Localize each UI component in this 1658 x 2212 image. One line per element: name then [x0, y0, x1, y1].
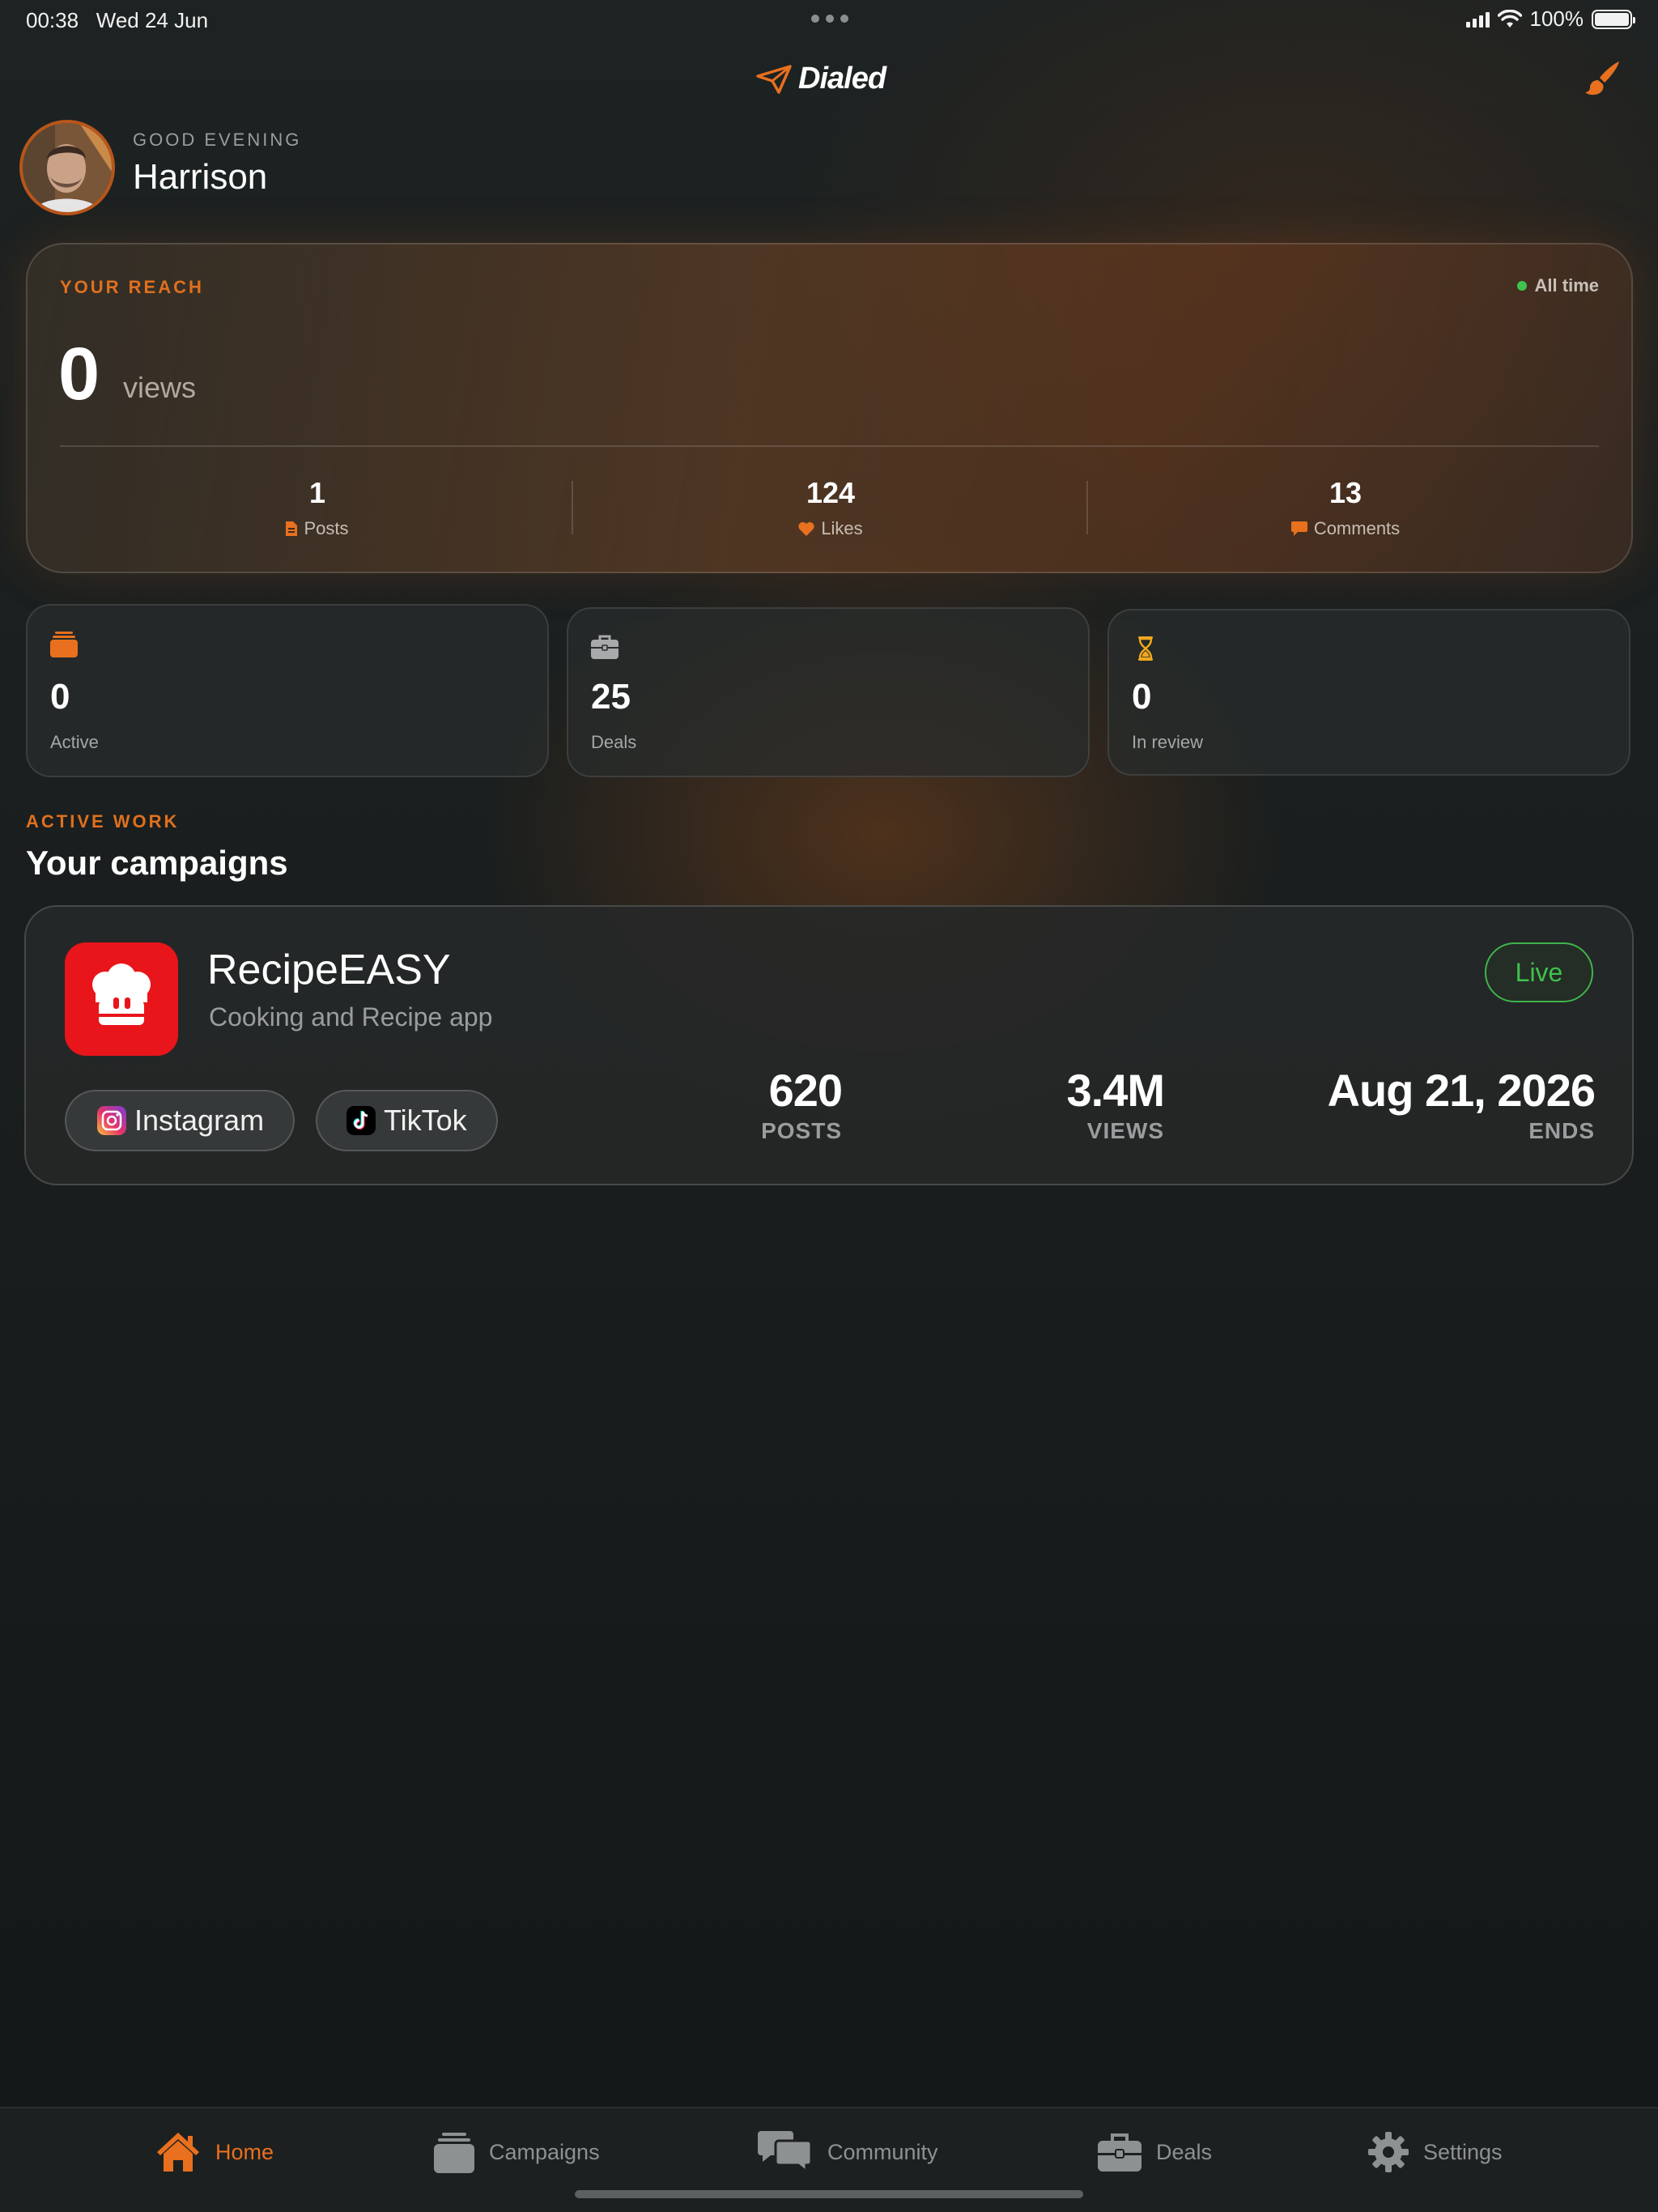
reach-card[interactable]: YOUR REACH All time 0 views 1 Posts 124 … — [26, 243, 1633, 573]
stat-value: 0 — [50, 677, 70, 717]
platform-chip-instagram[interactable]: Instagram — [65, 1090, 295, 1151]
stat-card-in-review[interactable]: 0 In review — [1107, 609, 1630, 776]
stat-label: Active — [50, 732, 99, 752]
battery-percent: 100% — [1529, 6, 1584, 31]
reach-stat-value: 1 — [308, 476, 326, 509]
tab-label: Home — [215, 2139, 274, 2164]
campaign-stat-value: 3.4M — [1066, 1065, 1165, 1116]
house-icon — [157, 2133, 199, 2172]
tab-community[interactable]: Community — [758, 2129, 938, 2175]
period-filter[interactable]: All time — [1516, 275, 1599, 296]
heart-icon — [798, 521, 814, 536]
campaign-stat-label: VIEWS — [1086, 1118, 1164, 1143]
campaign-stat-label: ENDS — [1528, 1118, 1595, 1143]
chat-bubbles-icon — [758, 2131, 813, 2173]
tab-campaigns[interactable]: Campaigns — [434, 2129, 600, 2175]
document-icon — [286, 521, 298, 536]
stat-value: 0 — [1132, 677, 1152, 717]
stat-label: Deals — [591, 732, 637, 752]
section-title: Your campaigns — [26, 844, 288, 882]
user-name: Harrison — [133, 157, 268, 197]
tab-deals[interactable]: Deals — [1098, 2129, 1212, 2175]
stat-card-deals[interactable]: 25 Deals — [567, 607, 1090, 777]
period-label: All time — [1534, 275, 1599, 296]
cellular-signal-icon — [1465, 11, 1490, 28]
tab-settings[interactable]: Settings — [1368, 2129, 1503, 2175]
home-indicator[interactable] — [575, 2190, 1083, 2198]
hourglass-icon — [1138, 636, 1153, 661]
campaign-stat-views: 3.4M VIEWS — [1067, 1064, 1165, 1144]
campaign-stat-label: POSTS — [761, 1118, 842, 1143]
campaign-name: RecipeEASY — [207, 946, 451, 993]
tab-label: Settings — [1423, 2139, 1503, 2164]
campaign-stat-posts: 620 POSTS — [761, 1064, 843, 1144]
platform-label: TikTok — [384, 1104, 467, 1137]
campaign-card[interactable]: RecipeEASY Cooking and Recipe app Live I… — [24, 905, 1634, 1185]
stack-icon — [50, 632, 78, 657]
tab-label: Campaigns — [489, 2139, 600, 2164]
status-indicators: 100% — [1465, 6, 1635, 32]
stat-card-active[interactable]: 0 Active — [26, 604, 549, 777]
platform-chip-tiktok[interactable]: TikTok — [316, 1090, 498, 1151]
battery-icon — [1592, 9, 1635, 29]
chef-hat-icon — [92, 963, 151, 1025]
brand-logo: Dialed — [756, 62, 886, 96]
tab-label: Deals — [1156, 2139, 1213, 2164]
avatar-photo — [23, 123, 112, 212]
status-dot-icon — [1516, 281, 1527, 291]
reach-stat-likes: 124 Likes — [573, 476, 1088, 539]
views-count: 0 — [58, 333, 100, 415]
paper-plane-icon — [756, 64, 792, 94]
reach-stat-posts: 1 Posts — [60, 476, 575, 539]
stat-value: 25 — [591, 677, 631, 717]
app-logo — [65, 942, 178, 1056]
avatar[interactable] — [19, 120, 115, 215]
reach-stat-value: 124 — [806, 476, 856, 509]
instagram-icon — [97, 1106, 126, 1135]
stack-icon — [434, 2133, 474, 2173]
reach-stat-comments: 13 Comments — [1088, 476, 1603, 539]
divider — [60, 445, 1599, 447]
platform-label: Instagram — [134, 1104, 265, 1137]
wifi-icon — [1497, 9, 1522, 28]
reach-label: YOUR REACH — [60, 277, 204, 297]
briefcase-icon — [591, 635, 619, 659]
comment-icon — [1290, 521, 1307, 536]
paintbrush-icon[interactable] — [1582, 58, 1622, 99]
campaign-stat-value: Aug 21, 2026 — [1327, 1065, 1596, 1116]
status-bar: 00:38 Wed 24 Jun 100% — [0, 0, 1658, 39]
gear-icon — [1368, 2132, 1409, 2172]
stat-label: In review — [1132, 732, 1204, 752]
reach-stat-label: Likes — [821, 518, 863, 538]
campaign-subtitle: Cooking and Recipe app — [209, 1002, 493, 1032]
greeting-label: GOOD EVENING — [133, 130, 302, 150]
tab-label: Community — [827, 2139, 938, 2164]
reach-stat-label: Posts — [304, 518, 349, 538]
status-time: 00:38 Wed 24 Jun — [26, 8, 209, 32]
section-kicker: ACTIVE WORK — [26, 811, 180, 832]
views-unit: views — [123, 371, 197, 404]
campaign-stat-value: 620 — [768, 1065, 843, 1116]
brand-name: Dialed — [798, 62, 886, 96]
multitasking-dots-icon[interactable] — [811, 15, 848, 23]
reach-stat-label: Comments — [1313, 518, 1401, 538]
campaign-stat-ends: Aug 21, 2026 ENDS — [1327, 1064, 1596, 1144]
tiktok-icon — [346, 1106, 376, 1135]
tab-home[interactable]: Home — [155, 2129, 274, 2175]
reach-stat-value: 13 — [1329, 476, 1363, 509]
briefcase-icon — [1098, 2133, 1141, 2172]
status-badge: Live — [1485, 942, 1593, 1002]
